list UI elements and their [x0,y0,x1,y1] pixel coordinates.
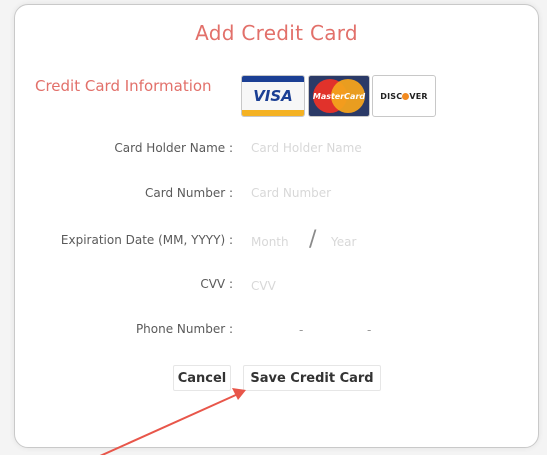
annotation-arrow-shaft [99,393,239,455]
annotation-arrow-icon [99,388,246,455]
page: Add Credit Card Credit Card Information … [0,0,547,455]
annotation-arrow-head [232,388,246,400]
